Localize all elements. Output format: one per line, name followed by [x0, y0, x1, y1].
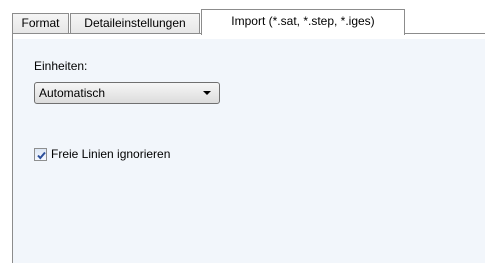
units-dropdown[interactable]: Automatisch	[34, 82, 220, 104]
ignore-free-lines-label: Freie Linien ignorieren	[51, 147, 171, 161]
units-label: Einheiten:	[34, 59, 88, 73]
chevron-down-icon	[203, 91, 211, 95]
tab-format[interactable]: Format	[12, 13, 69, 34]
ignore-free-lines-checkbox[interactable]	[34, 148, 47, 161]
checkmark-icon	[37, 151, 46, 160]
tab-import[interactable]: Import (*.sat, *.step, *.iges)	[201, 9, 405, 35]
import-settings-panel: Einheiten: Automatisch Freie Linien igno…	[12, 33, 485, 263]
units-dropdown-value: Automatisch	[39, 86, 106, 100]
tab-strip: Format Detaileinstellungen Import (*.sat…	[0, 0, 485, 35]
tab-detaileinstellungen[interactable]: Detaileinstellungen	[70, 13, 200, 34]
